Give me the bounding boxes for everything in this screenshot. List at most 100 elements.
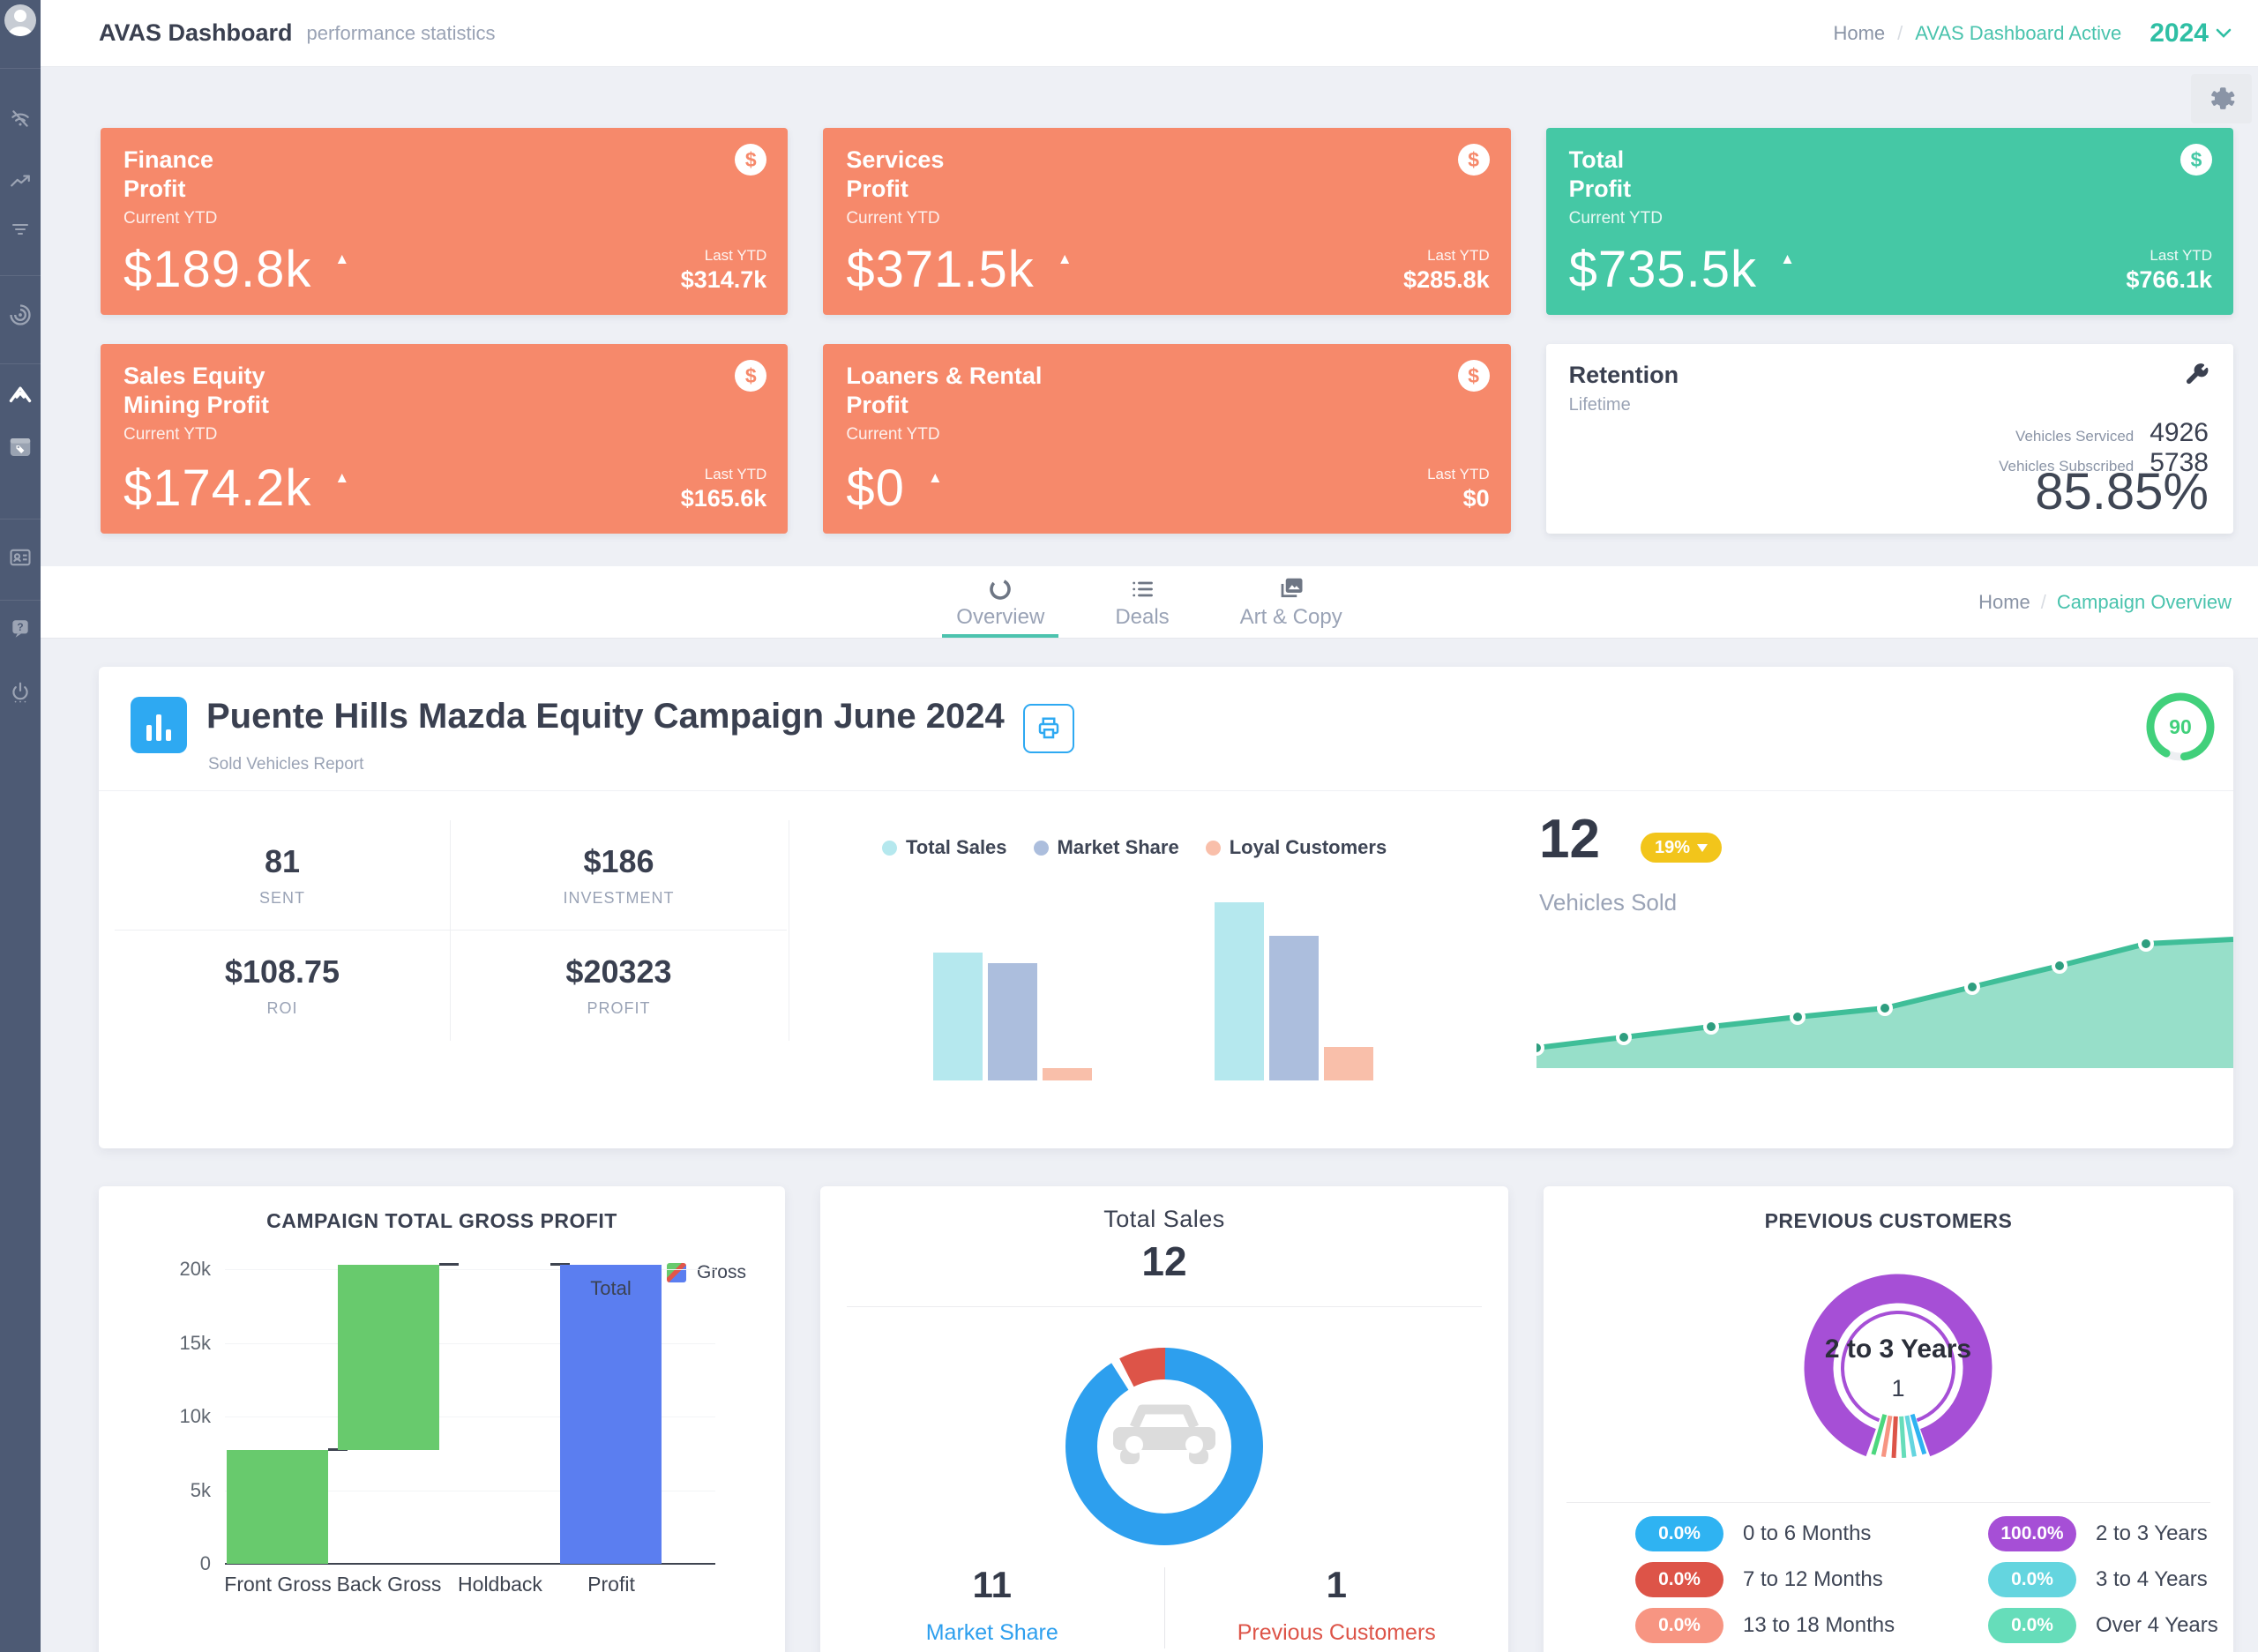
page-subtitle: performance statistics <box>307 22 496 45</box>
image-icon <box>1278 575 1305 602</box>
kpi-value: $735.5k▲ <box>1569 240 1796 299</box>
sales-bar-group-1 <box>933 902 1092 1080</box>
triangle-down-icon <box>1697 844 1708 852</box>
percent-badge: 0.0% <box>1988 1608 2076 1643</box>
y-axis-tick: 15k <box>131 1332 211 1355</box>
waterfall-bar-back-gross <box>338 1265 439 1451</box>
power-icon[interactable] <box>0 679 41 706</box>
circle-icon <box>988 575 1013 602</box>
vehicles-sold-value: 12 <box>1539 808 1600 871</box>
kpi-period: Current YTD <box>846 209 939 228</box>
legend-dot <box>882 841 897 856</box>
percent-badge: 0.0% <box>1635 1516 1723 1551</box>
user-avatar[interactable] <box>4 4 36 36</box>
legend-row: 0.0%Over 4 Years <box>1988 1608 2218 1643</box>
breadcrumb-active: AVAS Dashboard Active <box>1915 22 2121 45</box>
campaign-subtitle: Sold Vehicles Report <box>208 755 363 774</box>
legend-loyal-customers[interactable]: Loyal Customers <box>1206 836 1387 859</box>
logo-peak-icon[interactable] <box>0 381 41 407</box>
print-button[interactable] <box>1023 704 1074 753</box>
campaign-title: Puente Hills Mazda Equity Campaign June … <box>206 697 1005 736</box>
kpi-card-sales-equity-mining-profit: Sales EquityMining Profit Current YTD $1… <box>101 344 788 534</box>
legend-label: 0 to 6 Months <box>1743 1521 1871 1546</box>
trend-up-icon: ▲ <box>334 469 350 486</box>
legend-label: 2 to 3 Years <box>2096 1521 2208 1546</box>
kpi-period: Current YTD <box>123 209 217 228</box>
chevron-down-icon <box>2216 28 2232 39</box>
kpi-value: $174.2k▲ <box>123 459 350 518</box>
legend-dot <box>1034 841 1049 856</box>
legend-row: 0.0%7 to 12 Months <box>1635 1562 1926 1597</box>
total-bar-label: Total <box>560 1277 662 1300</box>
previous-customers-legend: 0.0%0 to 6 Months0.0%7 to 12 Months0.0%1… <box>1544 1516 2233 1652</box>
dollar-icon: $ <box>735 144 766 176</box>
sidebar-divider <box>0 68 41 69</box>
kpi-period: Current YTD <box>123 425 217 445</box>
retention-period: Lifetime <box>1569 395 1631 415</box>
legend-row: 0.0%3 to 4 Years <box>1988 1562 2218 1597</box>
divider <box>1566 1502 2210 1503</box>
target-icon[interactable] <box>0 302 41 328</box>
y-axis-tick: 10k <box>131 1405 211 1428</box>
waterfall-bar-front-gross <box>227 1450 328 1564</box>
kpi-value: $371.5k▲ <box>846 240 1073 299</box>
tab-art-copy[interactable]: Art & Copy <box>1231 566 1351 638</box>
legend-market-share[interactable]: Market Share <box>1034 836 1179 859</box>
mini-bar <box>1269 936 1319 1080</box>
trending-up-icon[interactable] <box>0 168 41 194</box>
waterfall-bar-profit <box>560 1265 662 1564</box>
mini-bar <box>988 963 1037 1080</box>
trend-up-icon: ▲ <box>1780 250 1796 267</box>
legend-total-sales[interactable]: Total Sales <box>882 836 1007 859</box>
stat-sent: 81SENT <box>115 820 451 931</box>
chart-title: Total Sales <box>820 1206 1508 1233</box>
legend-row: 100.0%2 to 3 Years <box>1988 1516 2218 1551</box>
sidebar-divider <box>0 519 41 520</box>
kpi-period: Current YTD <box>846 425 939 445</box>
market-share-stat: 11 Market Share <box>820 1564 1164 1648</box>
chart-title: CAMPAIGN TOTAL GROSS PROFIT <box>99 1209 785 1233</box>
dollar-icon: $ <box>735 360 766 392</box>
vehicles-sold-change-badge[interactable]: 19% <box>1641 833 1722 863</box>
filter-icon[interactable] <box>0 216 41 243</box>
vehicles-sold-label: Vehicles Sold <box>1539 889 1677 916</box>
tab-overview[interactable]: Overview <box>947 566 1053 638</box>
wifi-icon[interactable] <box>0 106 41 132</box>
campaign-score: 90 <box>2143 690 2217 764</box>
campaign-total-gross-profit-card: CAMPAIGN TOTAL GROSS PROFIT Gross 05k10k… <box>99 1186 785 1652</box>
total-sales-value: 12 <box>820 1237 1508 1285</box>
contact-card-icon[interactable] <box>0 544 41 571</box>
waterfall-plot: 05k10k15k20kFront GrossBack GrossHoldbac… <box>225 1269 701 1564</box>
legend-row: 0.0%13 to 18 Months <box>1635 1608 1926 1643</box>
tab-label: Deals <box>1115 605 1169 630</box>
dollar-icon: $ <box>1458 144 1490 176</box>
wrench-icon[interactable] <box>2184 362 2210 388</box>
avas-dashboard-page: ? AVAS Dashboard performance statistics … <box>0 0 2258 1652</box>
legend-label: 13 to 18 Months <box>1743 1613 1895 1638</box>
legend-dot <box>1206 841 1221 856</box>
sales-chart-legend: Total Sales Market Share Loyal Customers <box>882 836 1387 859</box>
page-title: AVAS Dashboard <box>99 19 293 47</box>
x-axis-label: Back Gross <box>333 1573 445 1596</box>
printer-icon <box>1036 715 1062 742</box>
breadcrumb-home-link[interactable]: Home <box>1978 591 2030 614</box>
legend-label: 7 to 12 Months <box>1743 1567 1883 1592</box>
legend-row: 0.0% 0 to 6 Months <box>1635 1516 1926 1551</box>
price-tag-icon[interactable] <box>0 434 41 460</box>
stat-profit: $20323PROFIT <box>451 931 787 1041</box>
campaign-score-ring: 90 <box>2143 690 2217 764</box>
top-bar: AVAS Dashboard performance statistics Ho… <box>41 0 2258 67</box>
breadcrumb-home-link[interactable]: Home <box>1833 22 1885 45</box>
x-axis-label: Profit <box>556 1573 667 1596</box>
tab-label: Overview <box>956 605 1044 630</box>
kpi-value: $0▲ <box>846 459 943 518</box>
mini-bar <box>933 953 983 1080</box>
retention-title: Retention <box>1569 362 1679 389</box>
breadcrumb-separator: / <box>2041 591 2046 614</box>
settings-button[interactable] <box>2191 74 2252 123</box>
kpi-card-total-profit: TotalProfit Current YTD $735.5k▲ Last YT… <box>1546 128 2233 315</box>
sidebar-divider <box>0 600 41 601</box>
year-dropdown[interactable]: 2024 <box>2150 19 2232 49</box>
help-icon[interactable]: ? <box>0 616 41 642</box>
tab-deals[interactable]: Deals <box>1106 566 1178 638</box>
